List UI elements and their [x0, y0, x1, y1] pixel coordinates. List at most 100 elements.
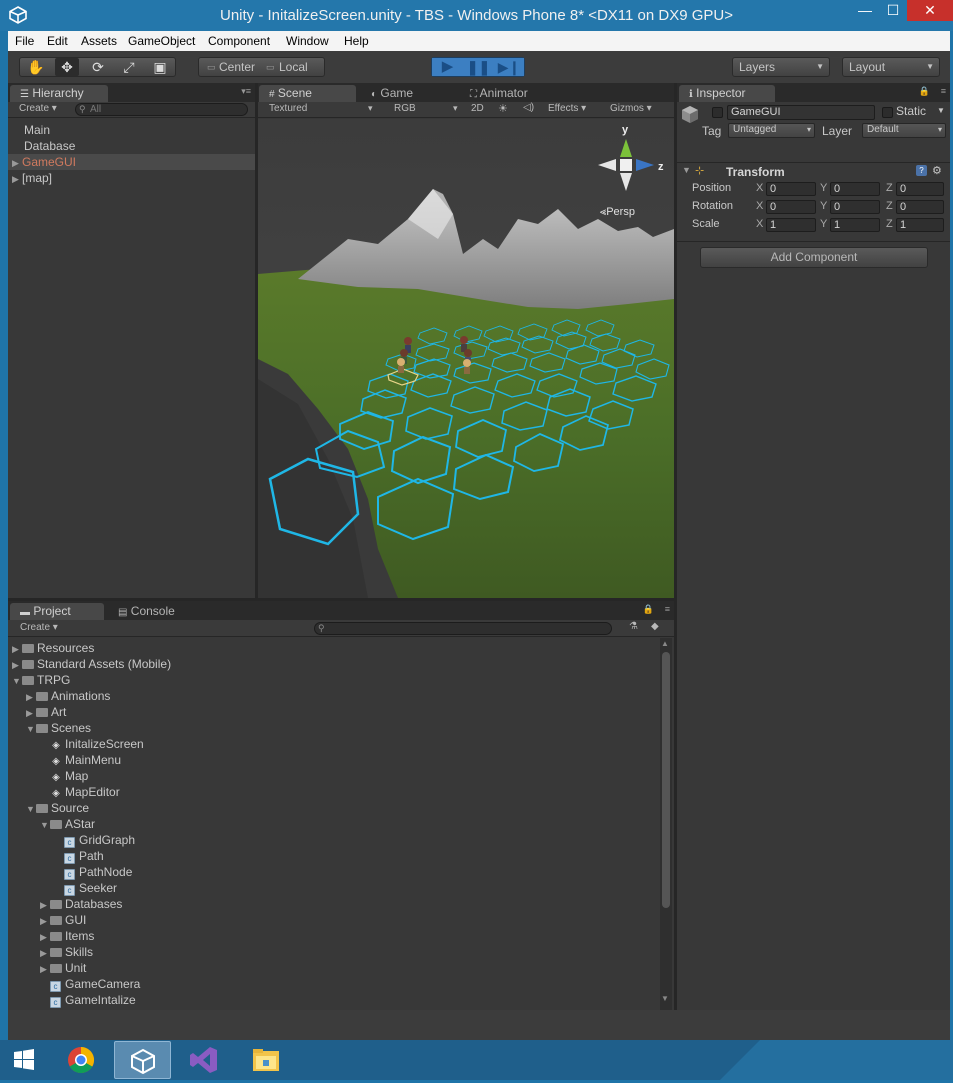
taskbar-visual-studio[interactable] [176, 1041, 233, 1079]
panel-menu-icon[interactable]: ≡ [941, 86, 946, 96]
project-folder-item[interactable]: ▶ Skills [8, 944, 658, 960]
collapsed-arrow-icon[interactable]: ▶ [26, 705, 36, 721]
lighting-icon[interactable]: ☀ [498, 102, 508, 115]
scale-y-input[interactable]: 1 [830, 218, 880, 232]
close-button[interactable]: ✕ [907, 0, 953, 21]
taskbar-chrome[interactable] [53, 1041, 110, 1079]
expanded-arrow-icon[interactable]: ▼ [26, 801, 36, 817]
tab-animator[interactable]: ⛶ Animator [460, 85, 560, 102]
project-script-item[interactable]: c PathNode [8, 864, 658, 880]
expanded-arrow-icon[interactable]: ▼ [26, 721, 36, 737]
transform-header[interactable]: ▼ ⊹ Transform ? ⚙ [677, 163, 950, 180]
project-scene-item[interactable]: ◈ MapEditor [8, 784, 658, 800]
project-folder-item[interactable]: ▼ Source [8, 800, 658, 816]
filter-type-icon[interactable]: ⚗ [629, 621, 638, 632]
effects-dropdown[interactable]: Effects ▾ [548, 103, 586, 114]
tab-game[interactable]: ◐ Game [361, 85, 451, 102]
taskbar-unity[interactable] [114, 1041, 171, 1079]
project-folder-item[interactable]: ▶ Databases [8, 896, 658, 912]
project-scrollbar[interactable]: ▲ ▼ [660, 638, 672, 1010]
expand-arrow-icon[interactable]: ▶ [12, 171, 22, 187]
audio-icon[interactable]: ◁) [523, 102, 534, 113]
project-folder-item[interactable]: ▶ Art [8, 704, 658, 720]
panel-menu-icon[interactable]: ≡ [665, 604, 670, 614]
menu-edit[interactable]: Edit [47, 34, 68, 48]
project-scene-item[interactable]: ◈ MainMenu [8, 752, 658, 768]
tab-project[interactable]: ▬ Project [10, 603, 104, 620]
tab-hierarchy[interactable]: ☰ Hierarchy [10, 85, 108, 102]
hierarchy-item-main[interactable]: Main [8, 122, 255, 138]
gizmos-dropdown[interactable]: Gizmos ▾ [610, 103, 652, 114]
static-checkbox[interactable] [882, 107, 893, 118]
shading-mode-dropdown[interactable]: Textured [269, 103, 307, 114]
expanded-arrow-icon[interactable]: ▼ [40, 817, 50, 833]
project-folder-item[interactable]: ▶ Unit [8, 960, 658, 976]
rotate-tool-icon[interactable]: ⟳ [86, 58, 110, 76]
project-script-item[interactable]: c GridGraph [8, 832, 658, 848]
scroll-down-icon[interactable]: ▼ [661, 994, 669, 1003]
project-scene-item[interactable]: ◈ Map [8, 768, 658, 784]
pause-button-icon[interactable]: ❚❚ [463, 58, 494, 76]
scroll-thumb[interactable] [662, 652, 670, 908]
project-folder-item[interactable]: ▼ Scenes [8, 720, 658, 736]
lock-icon[interactable]: 🔒 [919, 86, 930, 97]
collapsed-arrow-icon[interactable]: ▶ [12, 657, 22, 673]
start-button[interactable] [0, 1041, 48, 1079]
tab-console[interactable]: ▤ Console [108, 603, 198, 620]
collapsed-arrow-icon[interactable]: ▶ [40, 961, 50, 977]
menu-file[interactable]: File [15, 34, 34, 48]
layout-dropdown[interactable]: Layout ▼ [842, 57, 940, 77]
tab-scene[interactable]: # Scene [259, 85, 356, 102]
menu-gameobject[interactable]: GameObject [128, 34, 195, 48]
project-folder-item[interactable]: ▶ GUI [8, 912, 658, 928]
scroll-up-icon[interactable]: ▲ [661, 639, 669, 648]
move-tool-icon[interactable]: ✥ [55, 58, 79, 76]
gear-icon[interactable]: ⚙ [932, 164, 942, 177]
create-dropdown[interactable]: Create ▾ [20, 622, 58, 633]
local-toggle[interactable]: Local [279, 58, 308, 76]
taskbar-file-explorer[interactable] [238, 1041, 295, 1079]
project-folder-item[interactable]: ▶ Standard Assets (Mobile) [8, 656, 658, 672]
rotation-x-input[interactable]: 0 [766, 200, 816, 214]
scene-gizmo[interactable]: y z ⪡Persp [596, 119, 668, 229]
project-folder-item[interactable]: ▼ AStar [8, 816, 658, 832]
create-dropdown[interactable]: Create ▾ [19, 103, 57, 114]
add-component-button[interactable]: Add Component [700, 247, 928, 268]
tab-inspector[interactable]: ℹ Inspector [679, 85, 775, 102]
play-button-icon[interactable]: ▶ [432, 58, 463, 76]
rotation-z-input[interactable]: 0 [896, 200, 944, 214]
position-z-input[interactable]: 0 [896, 182, 944, 196]
project-script-item[interactable]: c Seeker [8, 880, 658, 896]
project-scene-item[interactable]: ◈ InitalizeScreen [8, 736, 658, 752]
layers-dropdown[interactable]: Layers ▼ [732, 57, 830, 77]
hand-tool-icon[interactable]: ✋ [24, 58, 48, 76]
panel-menu-icon[interactable]: ▾≡ [241, 86, 251, 97]
project-folder-item[interactable]: ▶ Items [8, 928, 658, 944]
help-icon[interactable]: ? [916, 165, 927, 176]
project-search-input[interactable]: ⚲ [314, 622, 612, 635]
persp-label[interactable]: ⪡Persp [600, 206, 635, 219]
project-folder-item[interactable]: ▶ Animations [8, 688, 658, 704]
maximize-button[interactable]: ☐ [879, 0, 907, 21]
collapsed-arrow-icon[interactable]: ▶ [12, 641, 22, 657]
collapse-arrow-icon[interactable]: ▼ [682, 165, 691, 175]
minimize-button[interactable]: — [851, 0, 879, 21]
scene-viewport[interactable]: y z ⪡Persp [258, 119, 674, 598]
collapsed-arrow-icon[interactable]: ▶ [40, 913, 50, 929]
menu-component[interactable]: Component [208, 34, 270, 48]
project-folder-item[interactable]: ▼ TRPG [8, 672, 658, 688]
expand-arrow-icon[interactable]: ▶ [12, 155, 22, 171]
collapsed-arrow-icon[interactable]: ▶ [40, 945, 50, 961]
position-x-input[interactable]: 0 [766, 182, 816, 196]
menu-help[interactable]: Help [344, 34, 369, 48]
chevron-down-icon[interactable]: ▼ [937, 106, 945, 115]
project-script-item[interactable]: c GameCamera [8, 976, 658, 992]
lock-icon[interactable]: 🔒 [643, 604, 654, 615]
center-toggle[interactable]: Center [219, 58, 255, 76]
layer-dropdown[interactable]: Default ▾ [862, 123, 946, 138]
collapsed-arrow-icon[interactable]: ▶ [26, 689, 36, 705]
collapsed-arrow-icon[interactable]: ▶ [40, 897, 50, 913]
object-name-input[interactable]: GameGUI [727, 105, 875, 120]
project-script-item[interactable]: c GameIntalize [8, 992, 658, 1008]
project-folder-item[interactable]: ▶ Resources [8, 640, 658, 656]
